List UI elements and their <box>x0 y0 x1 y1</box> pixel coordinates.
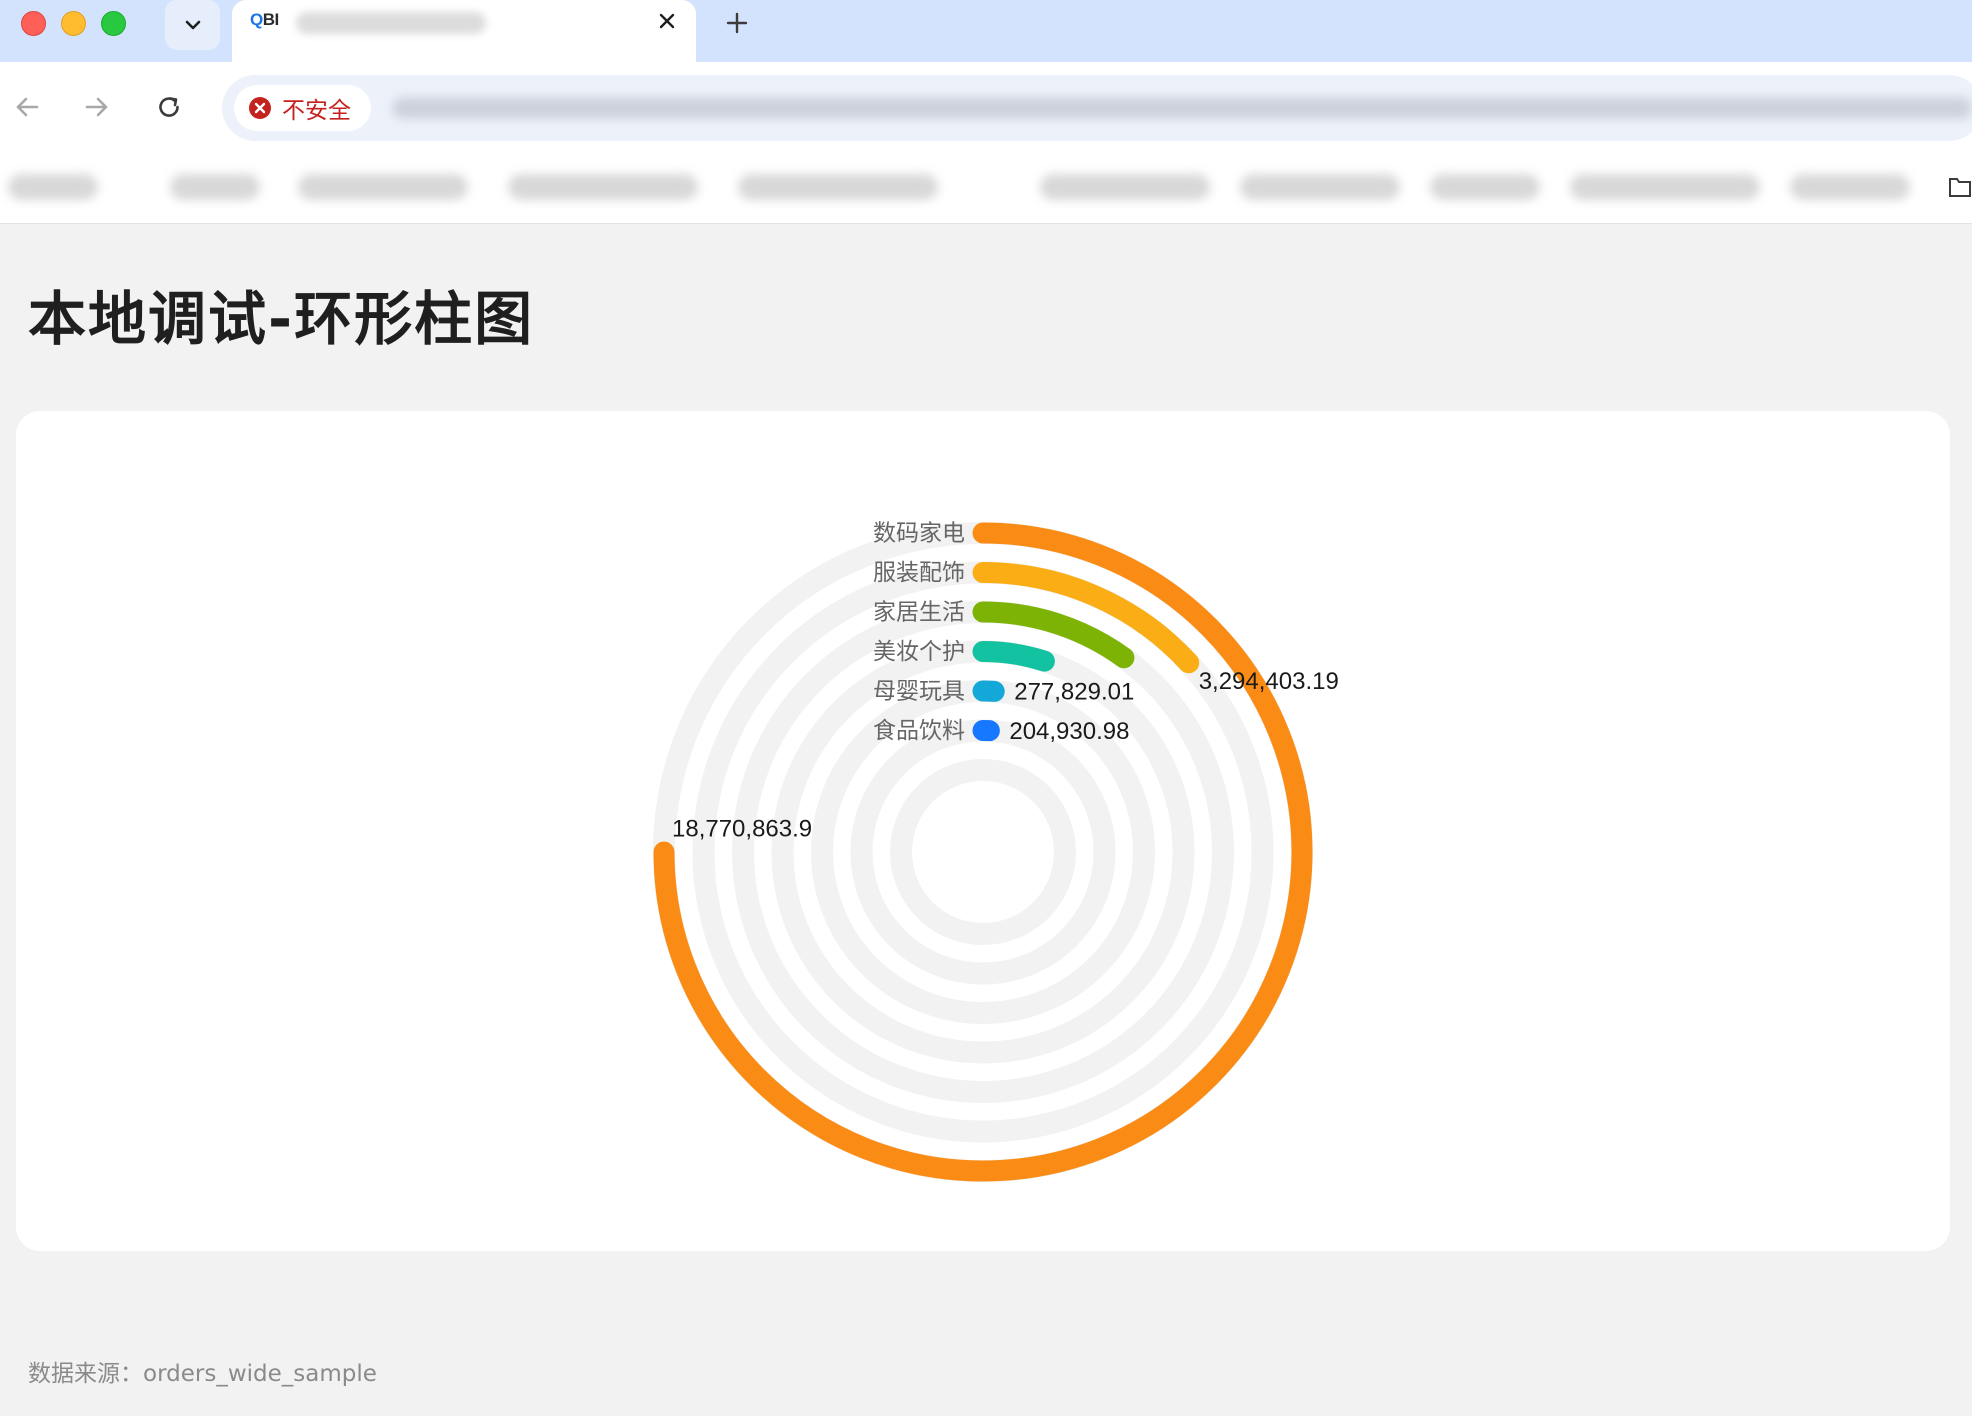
category-label: 数码家电 <box>873 521 965 547</box>
bookmark-item[interactable] <box>508 174 698 200</box>
value-label: 277,829.01 <box>1014 679 1134 706</box>
arrow-left-icon <box>16 97 39 117</box>
category-label: 服装配饰 <box>873 560 965 586</box>
page-title: 本地调试-环形柱图 <box>28 285 535 353</box>
new-tab-button[interactable] <box>720 6 754 40</box>
bookmark-item[interactable] <box>738 174 938 200</box>
browser-tab-bar: QBI <box>0 0 1972 62</box>
bookmark-item[interactable] <box>1570 174 1760 200</box>
data-source-label: 数据来源： <box>28 1361 143 1387</box>
bookmark-item[interactable] <box>1240 174 1400 200</box>
close-window-button[interactable] <box>21 11 46 36</box>
category-label: 家居生活 <box>873 600 965 626</box>
ring-track <box>771 640 1195 1064</box>
ring-bar <box>972 641 1055 672</box>
bookmark-item[interactable] <box>1790 174 1910 200</box>
reload-button[interactable] <box>148 86 190 128</box>
category-label: 美妆个护 <box>873 639 965 665</box>
bookmark-item[interactable] <box>298 174 468 200</box>
value-label: 18,770,863.9 <box>672 815 812 842</box>
qbi-favicon-icon: QBI <box>250 10 279 29</box>
security-label: 不安全 <box>282 97 351 123</box>
close-icon <box>659 13 675 29</box>
bookmarks-bar <box>0 154 1972 224</box>
chevron-down-icon <box>185 20 200 30</box>
forward-button[interactable] <box>76 86 118 128</box>
bookmark-item[interactable] <box>1040 174 1210 200</box>
tab-search-button[interactable] <box>165 0 220 50</box>
data-source: 数据来源：orders_wide_sample <box>28 1354 377 1388</box>
not-secure-icon <box>249 97 271 119</box>
minimize-window-button[interactable] <box>61 11 86 36</box>
bookmark-item[interactable] <box>1430 174 1540 200</box>
security-chip[interactable]: 不安全 <box>234 85 371 131</box>
address-bar[interactable]: 不安全 <box>222 75 1972 141</box>
value-label: 204,930.98 <box>1009 718 1129 745</box>
tab-title <box>296 12 486 34</box>
maximize-window-button[interactable] <box>101 11 126 36</box>
bookmark-item[interactable] <box>170 174 260 200</box>
tab-close-button[interactable] <box>652 6 682 36</box>
folder-icon[interactable] <box>1948 174 1972 200</box>
plus-icon <box>726 12 748 34</box>
url-text <box>392 97 1972 119</box>
bookmark-item[interactable] <box>8 174 98 200</box>
value-label: 3,294,403.19 <box>1199 668 1339 695</box>
reload-icon <box>159 97 179 117</box>
category-label: 母婴玩具 <box>873 679 965 705</box>
arrow-right-icon <box>85 97 108 117</box>
active-tab[interactable]: QBI <box>232 0 696 62</box>
ring-track <box>890 759 1076 945</box>
back-button[interactable] <box>6 86 48 128</box>
radial-bar-chart: 数码家电 18,770,863.9 服装配饰 3,294,403.19 家居生活美妆个护… <box>653 521 1339 1182</box>
chart-card: 数码家电 18,770,863.9 服装配饰 3,294,403.19 家居生活美妆个护… <box>16 411 1950 1251</box>
category-label: 食品饮料 <box>873 718 965 744</box>
data-source-name: orders_wide_sample <box>143 1361 377 1387</box>
browser-toolbar: 不安全 <box>0 62 1972 154</box>
